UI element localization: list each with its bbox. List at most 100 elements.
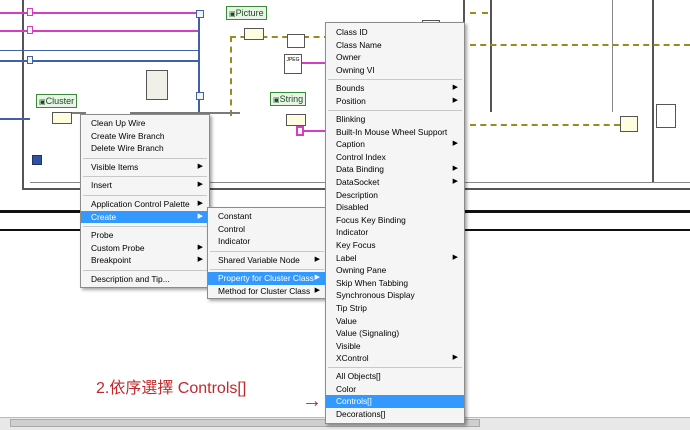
menu-item-create-wire-branch[interactable]: Create Wire Branch bbox=[81, 130, 209, 143]
block-diagram[interactable]: ▣Cluster ▣Picture ▣String JPEG Clean Up … bbox=[0, 0, 690, 430]
numeric-terminal-box[interactable] bbox=[196, 92, 204, 100]
menu-item-datasocket[interactable]: DataSocket ▶ bbox=[326, 176, 464, 189]
menu-item-caption[interactable]: Caption ▶ bbox=[326, 138, 464, 151]
cluster-wire[interactable] bbox=[470, 44, 690, 46]
submenu-arrow-icon: ▶ bbox=[197, 163, 203, 170]
numeric-terminal-box[interactable] bbox=[27, 56, 33, 64]
numeric-wire-vertical[interactable] bbox=[198, 10, 200, 120]
menu-item-breakpoint[interactable]: Breakpoint ▶ bbox=[81, 254, 209, 267]
menu-item-delete-wire-branch[interactable]: Delete Wire Branch bbox=[81, 142, 209, 155]
menu-item-synchronous-display[interactable]: Synchronous Display bbox=[326, 289, 464, 302]
cluster-label[interactable]: ▣Cluster bbox=[36, 94, 78, 108]
menu-item-value-signaling[interactable]: Value (Signaling) bbox=[326, 327, 464, 340]
submenu-arrow-icon: ▶ bbox=[197, 212, 203, 220]
menu-item-disabled[interactable]: Disabled bbox=[326, 201, 464, 214]
far-right-frame bbox=[652, 0, 654, 182]
menu-separator bbox=[83, 270, 207, 271]
string-wire[interactable] bbox=[300, 130, 328, 132]
menu-item-indicator[interactable]: Indicator bbox=[208, 235, 326, 248]
numeric-wire[interactable] bbox=[0, 118, 30, 120]
menu-item-focus-key-binding[interactable]: Focus Key Binding bbox=[326, 214, 464, 227]
menu-item-visible[interactable]: Visible bbox=[326, 340, 464, 353]
picture-indicator[interactable] bbox=[287, 34, 305, 48]
submenu-arrow-icon: ▶ bbox=[452, 96, 458, 104]
file-node-right[interactable] bbox=[656, 104, 676, 128]
string-terminal-box[interactable] bbox=[27, 26, 33, 34]
wire-context-menu: Clean Up Wire Create Wire Branch Delete … bbox=[80, 114, 210, 288]
menu-item-controls[interactable]: Controls[] bbox=[326, 395, 464, 408]
right-structure-frame bbox=[490, 0, 492, 112]
menu-item-method-for-cluster-class[interactable]: Method for Cluster Class ▶ bbox=[208, 285, 326, 298]
menu-item-description[interactable]: Description bbox=[326, 189, 464, 202]
cluster-wire[interactable] bbox=[470, 12, 488, 14]
menu-item-control[interactable]: Control bbox=[208, 223, 326, 236]
menu-separator bbox=[210, 269, 324, 270]
menu-separator bbox=[328, 110, 462, 111]
submenu-arrow-icon: ▶ bbox=[452, 253, 458, 261]
menu-separator bbox=[210, 251, 324, 252]
menu-item-all-objects[interactable]: All Objects[] bbox=[326, 370, 464, 383]
menu-item-custom-probe[interactable]: Custom Probe ▶ bbox=[81, 242, 209, 255]
property-node-right[interactable] bbox=[620, 116, 638, 132]
submenu-arrow-icon: ▶ bbox=[452, 178, 458, 185]
menu-item-blinking[interactable]: Blinking bbox=[326, 113, 464, 126]
cluster-wire-vertical[interactable] bbox=[230, 36, 232, 116]
property-submenu: Class ID Class Name Owner Owning VI Boun… bbox=[325, 22, 465, 424]
cluster-wire[interactable] bbox=[470, 124, 620, 126]
menu-item-indicator[interactable]: Indicator bbox=[326, 226, 464, 239]
menu-separator bbox=[328, 79, 462, 80]
menu-item-xcontrol[interactable]: XControl ▶ bbox=[326, 352, 464, 365]
submenu-arrow-icon: ▶ bbox=[452, 84, 458, 91]
submenu-arrow-icon: ▶ bbox=[314, 256, 320, 263]
menu-item-control-index[interactable]: Control Index bbox=[326, 151, 464, 164]
menu-item-position[interactable]: Position ▶ bbox=[326, 95, 464, 108]
string-property-node[interactable] bbox=[286, 114, 306, 126]
red-arrow-icon: → bbox=[302, 390, 322, 412]
menu-item-property-for-cluster-class[interactable]: Property for Cluster Class ▶ bbox=[208, 272, 326, 285]
menu-item-constant[interactable]: Constant bbox=[208, 210, 326, 223]
string-label[interactable]: ▣String bbox=[270, 92, 307, 106]
picture-class-icon: ▣ bbox=[229, 11, 236, 18]
menu-item-description-and-tip[interactable]: Description and Tip... bbox=[81, 273, 209, 286]
menu-item-key-focus[interactable]: Key Focus bbox=[326, 239, 464, 252]
menu-item-shared-variable-node[interactable]: Shared Variable Node ▶ bbox=[208, 254, 326, 267]
info-icon[interactable] bbox=[32, 155, 42, 165]
menu-item-decorations[interactable]: Decorations[] bbox=[326, 408, 464, 421]
jpeg-file-icon[interactable]: JPEG bbox=[284, 54, 302, 74]
menu-item-label[interactable]: Label ▶ bbox=[326, 252, 464, 265]
submenu-arrow-icon: ▶ bbox=[197, 243, 203, 251]
menu-item-color[interactable]: Color bbox=[326, 383, 464, 396]
menu-item-owning-pane[interactable]: Owning Pane bbox=[326, 264, 464, 277]
menu-separator bbox=[83, 195, 207, 196]
menu-item-application-control-palette[interactable]: Application Control Palette ▶ bbox=[81, 198, 209, 211]
menu-separator bbox=[83, 158, 207, 159]
cluster-class-icon: ▣ bbox=[39, 99, 46, 106]
numeric-wire[interactable] bbox=[0, 50, 200, 51]
numeric-terminal-box[interactable] bbox=[196, 10, 204, 18]
menu-item-tip-strip[interactable]: Tip Strip bbox=[326, 302, 464, 315]
menu-item-insert[interactable]: Insert ▶ bbox=[81, 179, 209, 192]
picture-property-node[interactable] bbox=[244, 28, 264, 40]
menu-item-owning-vi[interactable]: Owning VI bbox=[326, 64, 464, 77]
menu-item-create[interactable]: Create ▶ bbox=[81, 210, 209, 224]
menu-item-class-id[interactable]: Class ID bbox=[326, 26, 464, 39]
menu-item-clean-up-wire[interactable]: Clean Up Wire bbox=[81, 117, 209, 130]
string-terminal-box[interactable] bbox=[27, 8, 33, 16]
pink-string-constant[interactable] bbox=[296, 126, 304, 136]
submenu-arrow-icon: ▶ bbox=[314, 274, 320, 281]
cluster-property-node[interactable] bbox=[52, 112, 72, 124]
menu-item-skip-when-tabbing[interactable]: Skip When Tabbing bbox=[326, 277, 464, 290]
string-class-icon: ▣ bbox=[273, 97, 280, 104]
instruction-annotation: 2.依序選擇 Controls[] bbox=[96, 380, 247, 397]
menu-item-class-name[interactable]: Class Name bbox=[326, 39, 464, 52]
menu-item-bounds[interactable]: Bounds ▶ bbox=[326, 82, 464, 95]
array-node[interactable] bbox=[146, 70, 168, 100]
menu-item-owner[interactable]: Owner bbox=[326, 51, 464, 64]
menu-item-probe[interactable]: Probe bbox=[81, 229, 209, 242]
menu-item-data-binding[interactable]: Data Binding ▶ bbox=[326, 163, 464, 176]
submenu-arrow-icon: ▶ bbox=[452, 165, 458, 173]
menu-item-built-in-mouse-wheel-support[interactable]: Built-In Mouse Wheel Support bbox=[326, 126, 464, 139]
picture-label[interactable]: ▣Picture bbox=[226, 6, 267, 20]
menu-item-visible-items[interactable]: Visible Items ▶ bbox=[81, 161, 209, 174]
menu-item-value[interactable]: Value bbox=[326, 315, 464, 328]
